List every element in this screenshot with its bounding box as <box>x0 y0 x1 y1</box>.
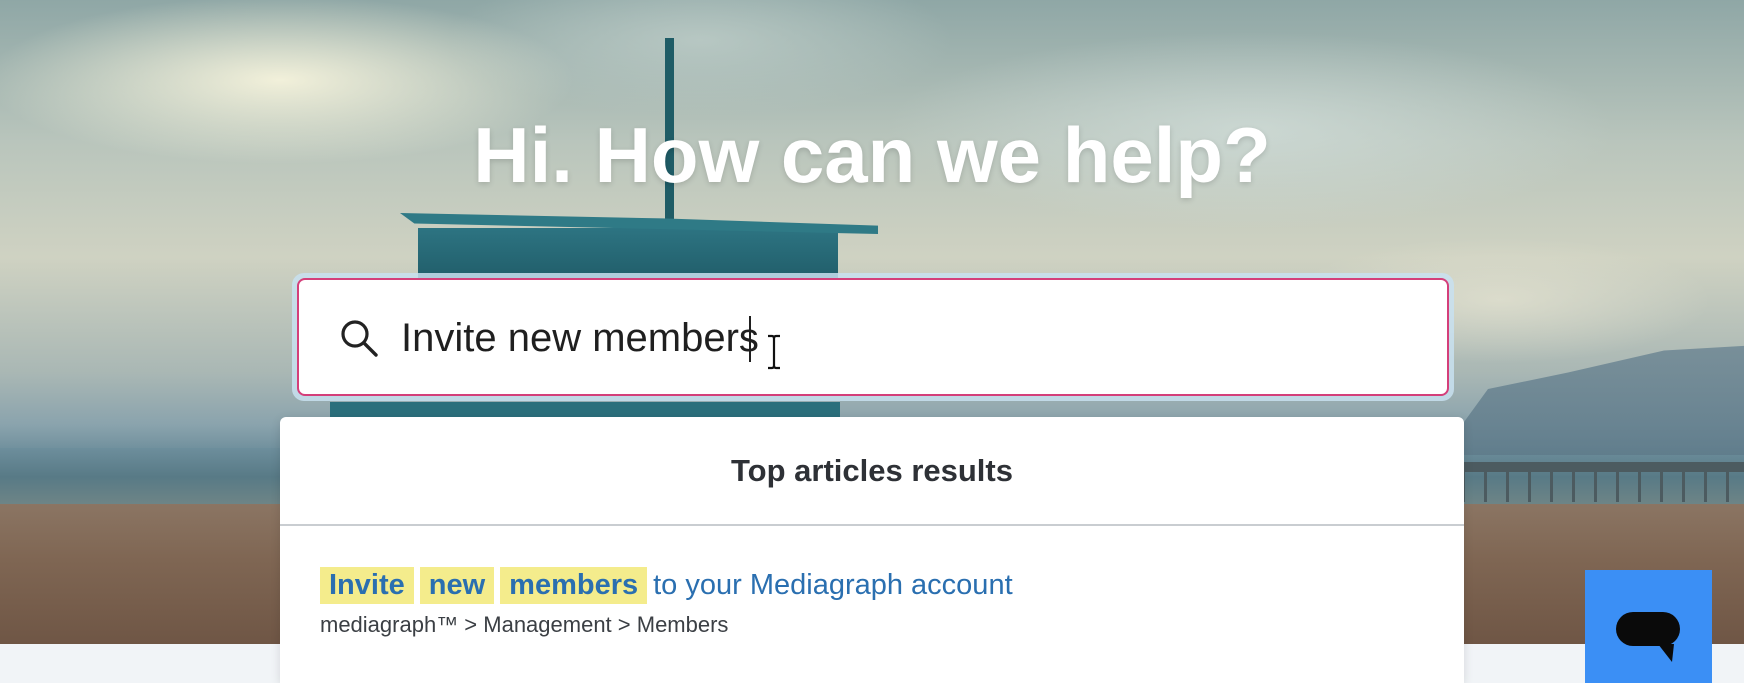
results-heading: Top articles results <box>280 417 1464 526</box>
search-focus-ring <box>292 273 1454 401</box>
search-box[interactable] <box>297 278 1449 396</box>
pier-legs <box>1462 470 1744 502</box>
result-breadcrumb: mediagraph™ > Management > Members <box>320 612 729 637</box>
search-input[interactable] <box>401 302 1361 374</box>
search-results-panel: Top articles results Invite new members to … <box>280 417 1464 683</box>
text-cursor-icon <box>768 334 780 370</box>
lifeguard-tower-deck <box>330 402 840 418</box>
page-headline: Hi. How can we help? <box>473 111 1271 199</box>
hills <box>1440 345 1744 455</box>
result-title-link[interactable]: Invite new members to your Mediagraph accou… <box>320 567 1013 604</box>
chat-bubble-icon <box>1616 612 1680 662</box>
highlighted-term: new <box>419 567 495 604</box>
result-item[interactable]: Invite new members to your Mediagraph accou… <box>320 567 1013 638</box>
highlighted-term: members <box>500 567 648 604</box>
result-title-rest: to your Mediagraph account <box>653 569 1013 601</box>
search-icon <box>341 320 378 357</box>
text-caret <box>749 316 751 362</box>
highlighted-term: Invite <box>320 567 414 604</box>
chat-widget-button[interactable] <box>1585 570 1712 683</box>
